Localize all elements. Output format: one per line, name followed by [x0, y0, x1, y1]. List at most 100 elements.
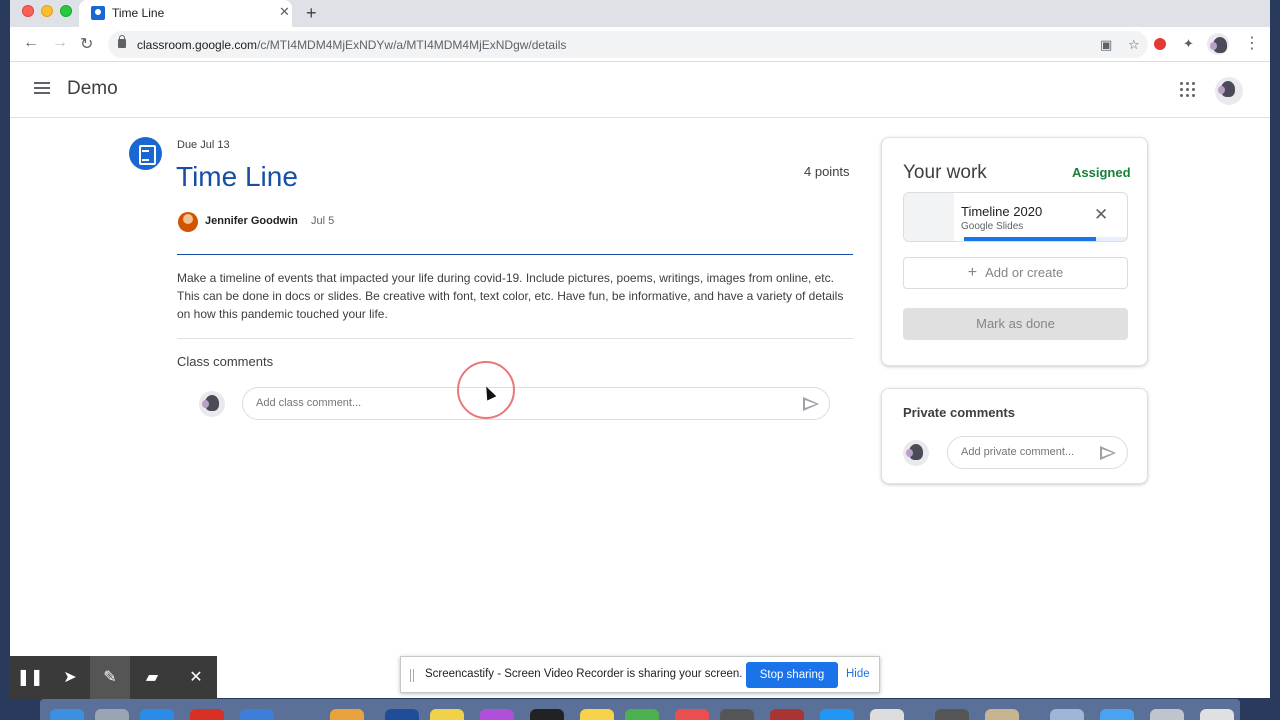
bookmark-star-icon[interactable]: ☆	[1128, 37, 1140, 53]
reload-icon[interactable]: ↻	[80, 34, 93, 54]
app-bar: Demo	[10, 62, 1270, 118]
author-name: Jennifer Goodwin	[205, 215, 298, 227]
stickies-dock-icon[interactable]	[430, 709, 464, 720]
add-or-create-button[interactable]: + Add or create	[903, 257, 1128, 289]
stop-sharing-button[interactable]: Stop sharing	[746, 662, 838, 688]
drag-handle-icon[interactable]	[410, 669, 414, 682]
send-class-comment-icon[interactable]	[803, 397, 819, 411]
upload-progress-fill	[964, 237, 1096, 241]
notes-yellow-dock-icon[interactable]	[580, 709, 614, 720]
description-divider	[177, 338, 853, 339]
safari-dock-icon[interactable]	[140, 709, 174, 720]
due-date: Due Jul 13	[177, 139, 230, 151]
class-comment-box[interactable]	[242, 387, 830, 420]
browser-menu-icon[interactable]: ⋮	[1244, 33, 1260, 53]
file-thumbnail	[904, 193, 954, 241]
assignment-icon	[129, 137, 162, 170]
tab-title: Time Line	[112, 6, 165, 20]
main-menu-icon[interactable]	[34, 82, 50, 94]
class-comment-input[interactable]	[256, 397, 776, 409]
folder2-dock-icon[interactable]	[1150, 709, 1184, 720]
attached-file[interactable]: Timeline 2020 Google Slides ✕	[903, 192, 1128, 242]
upload-progress-bar	[964, 237, 1127, 241]
trash-dock-icon[interactable]	[1200, 709, 1234, 720]
pen-tool-button[interactable]: ✎	[90, 656, 130, 699]
pause-recording-button[interactable]: ❚❚	[10, 656, 50, 699]
photos-dock-icon[interactable]	[675, 709, 709, 720]
minimize-window-button[interactable]	[41, 5, 53, 17]
google-apps-icon[interactable]	[1180, 82, 1196, 98]
calendar-dock-icon[interactable]	[385, 709, 419, 720]
system-prefs-dock-icon[interactable]	[935, 709, 969, 720]
class-comments-label: Class comments	[177, 354, 274, 369]
remove-file-icon[interactable]: ✕	[1094, 205, 1108, 225]
commenter-avatar	[199, 391, 225, 417]
send-private-comment-icon[interactable]	[1100, 446, 1116, 460]
macos-dock	[40, 699, 1240, 720]
private-commenter-avatar	[903, 440, 929, 466]
file-name: Timeline 2020	[961, 204, 1043, 219]
author-avatar	[178, 212, 198, 232]
pointer-tool-button[interactable]: ➤	[50, 656, 90, 699]
spotlight-dock-icon[interactable]	[1050, 709, 1084, 720]
finder-dock-icon[interactable]	[50, 709, 84, 720]
podcasts-dock-icon[interactable]	[480, 709, 514, 720]
lock-icon	[118, 35, 126, 48]
app-store-dock-icon[interactable]	[240, 709, 274, 720]
sharing-message: Screencastify - Screen Video Recorder is…	[425, 668, 743, 680]
browser-tab[interactable]: Time Line ✕	[79, 0, 292, 27]
back-icon[interactable]: ←	[23, 34, 39, 52]
extension-record-icon[interactable]	[1154, 38, 1166, 50]
close-window-button[interactable]	[22, 5, 34, 17]
profile-avatar[interactable]	[1207, 33, 1229, 55]
posted-date: Jul 5	[311, 215, 335, 227]
classroom-page: Demo Due Jul 13 Time Line 4 points Jenni…	[10, 62, 1270, 698]
your-work-card: Your work Assigned Timeline 2020 Google …	[881, 137, 1148, 366]
work-status-badge: Assigned	[1072, 165, 1131, 180]
books-dock-icon[interactable]	[770, 709, 804, 720]
close-controls-button[interactable]: ✕	[176, 656, 216, 699]
launchpad-dock-icon[interactable]	[95, 709, 129, 720]
close-tab-icon[interactable]: ✕	[279, 4, 290, 20]
activity-dock-icon[interactable]	[870, 709, 904, 720]
class-name[interactable]: Demo	[67, 78, 118, 100]
browser-window: Time Line ✕ + ← → ↻ classroom.google.com…	[10, 0, 1270, 698]
preview-dock-icon[interactable]	[985, 709, 1019, 720]
terminal-dock-icon[interactable]	[720, 709, 754, 720]
tab-bar: Time Line ✕ +	[10, 0, 1270, 27]
private-comment-box[interactable]	[947, 436, 1128, 469]
folder-dock-icon[interactable]	[1100, 709, 1134, 720]
mark-as-done-button[interactable]: Mark as done	[903, 308, 1128, 340]
add-or-create-label: Add or create	[985, 265, 1064, 280]
hide-banner-link[interactable]: Hide	[846, 668, 870, 680]
file-type: Google Slides	[961, 221, 1024, 232]
url-text[interactable]: classroom.google.com/c/MTI4MDM4MjExNDYw/…	[137, 38, 566, 52]
title-divider	[177, 254, 853, 255]
assignment-title: Time Line	[176, 161, 298, 192]
url-host: classroom.google.com	[137, 38, 258, 52]
plus-icon: +	[967, 264, 978, 281]
your-work-title: Your work	[903, 162, 987, 183]
private-comments-title: Private comments	[903, 405, 1015, 420]
chrome-dock-icon[interactable]	[190, 709, 224, 720]
mail-dock-icon[interactable]	[820, 709, 854, 720]
screen-sharing-banner: Screencastify - Screen Video Recorder is…	[400, 656, 880, 693]
new-tab-button[interactable]: +	[306, 3, 317, 24]
browser-toolbar: ← → ↻ classroom.google.com/c/MTI4MDM4MjE…	[10, 27, 1270, 62]
forward-icon[interactable]: →	[52, 34, 68, 52]
account-avatar[interactable]	[1215, 77, 1243, 105]
extensions-puzzle-icon[interactable]: ✦	[1183, 36, 1194, 52]
highlighter-tool-button[interactable]: ▰	[132, 656, 172, 699]
private-comment-input[interactable]	[961, 446, 1091, 458]
camera-dock-icon[interactable]	[530, 709, 564, 720]
assignment-description: Make a timeline of events that impacted …	[177, 271, 844, 321]
recording-controls: ❚❚ ➤ ✎ ▰ ✕	[10, 656, 217, 699]
private-comments-card: Private comments	[881, 388, 1148, 484]
maximize-window-button[interactable]	[60, 5, 72, 17]
maps-dock-icon[interactable]	[625, 709, 659, 720]
url-path: /c/MTI4MDM4MjExNDYw/a/MTI4MDM4MjExNDgw/d…	[257, 38, 567, 52]
cast-icon[interactable]: ▣	[1100, 37, 1112, 53]
address-bar[interactable]: classroom.google.com/c/MTI4MDM4MjExNDYw/…	[108, 31, 1148, 58]
notes-dock-icon[interactable]	[330, 709, 364, 720]
assignment-points: 4 points	[804, 164, 850, 179]
